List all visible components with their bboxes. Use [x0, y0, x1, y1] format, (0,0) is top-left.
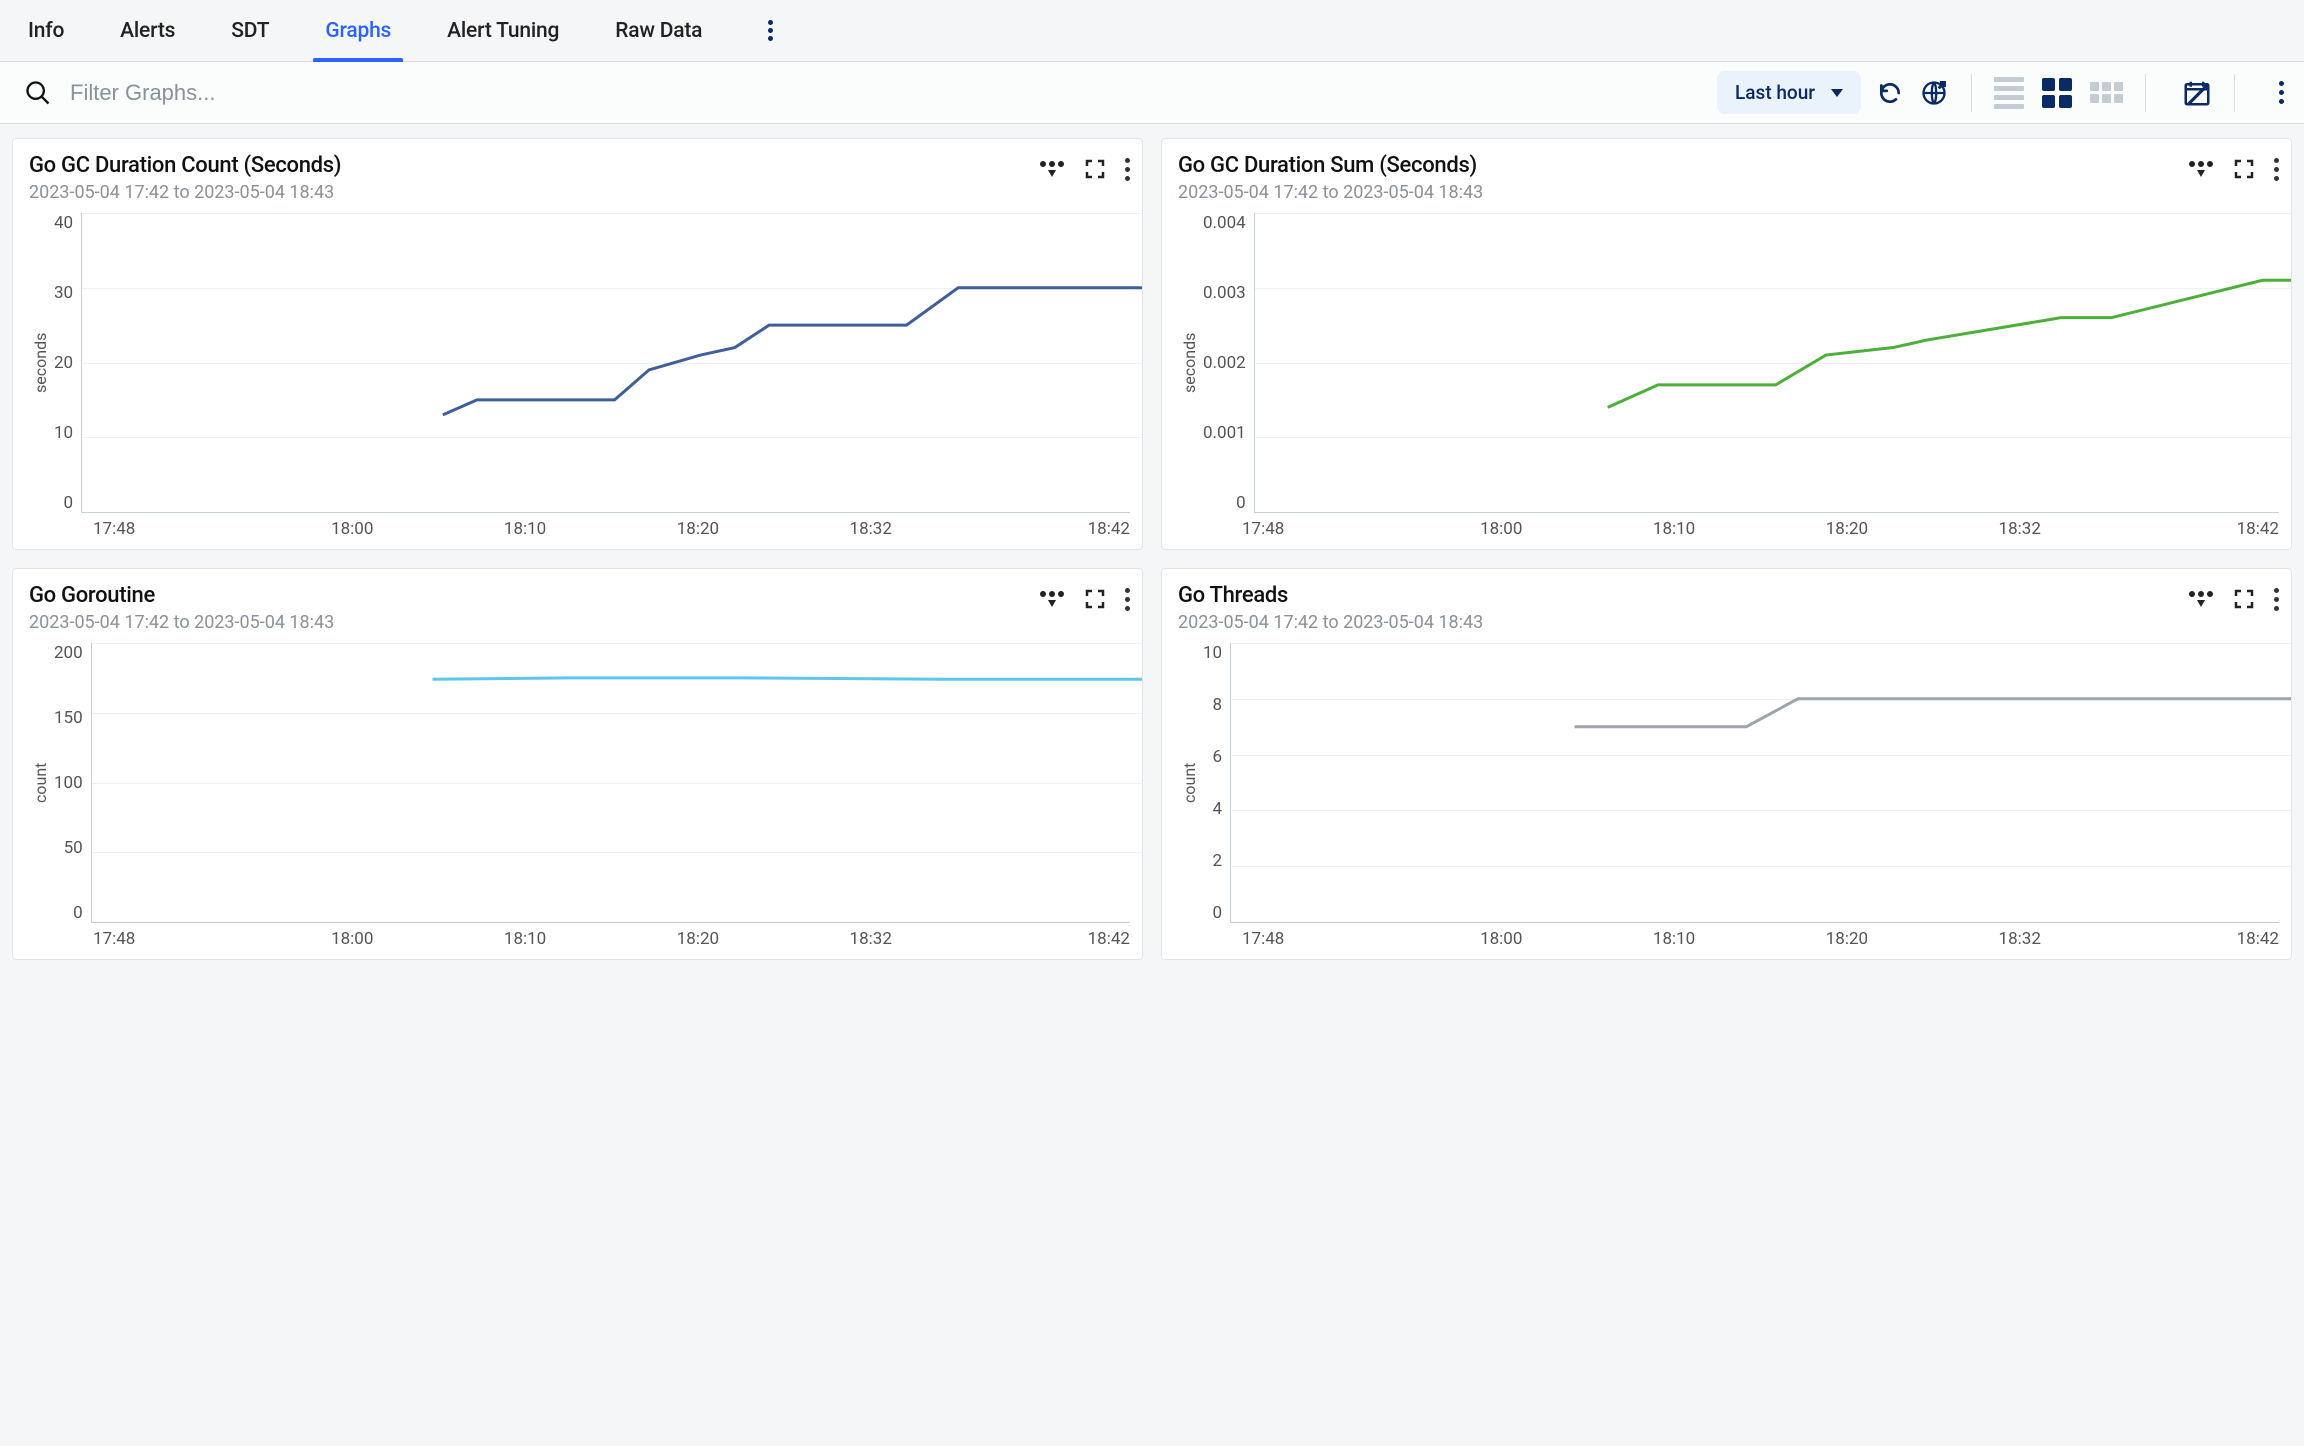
layout-list-icon[interactable]	[1994, 77, 2024, 109]
chart-title: Go GC Duration Count (Seconds)	[29, 153, 1039, 178]
chart-card-threads: Go Threads 2023-05-04 17:42 to 2023-05-0…	[1161, 568, 2292, 960]
y-axis-label: count	[1178, 643, 1199, 923]
chart-title: Go Goroutine	[29, 583, 1039, 608]
chart-more-icon[interactable]	[2274, 588, 2279, 611]
chart-card-gc-count: Go GC Duration Count (Seconds) 2023-05-0…	[12, 138, 1143, 550]
chart-subtitle: 2023-05-04 17:42 to 2023-05-04 18:43	[1178, 182, 2188, 203]
x-axis-ticks: 17:4818:0018:1018:2018:3218:42	[1242, 519, 2279, 539]
chart-subtitle: 2023-05-04 17:42 to 2023-05-04 18:43	[1178, 612, 2188, 633]
search-wrap	[24, 79, 1717, 107]
plot-area[interactable]	[81, 213, 1130, 513]
tab-alert-tuning[interactable]: Alert Tuning	[447, 0, 559, 61]
layout-icons	[1994, 77, 2123, 109]
time-range-dropdown[interactable]: Last hour	[1717, 71, 1861, 114]
y-axis-ticks: 403020100	[50, 213, 81, 513]
chart-more-icon[interactable]	[2274, 158, 2279, 181]
filter-graphs-input[interactable]	[70, 80, 570, 106]
tabs-bar: Info Alerts SDT Graphs Alert Tuning Raw …	[0, 0, 2304, 62]
expand-icon[interactable]	[2232, 157, 2256, 181]
x-axis-ticks: 17:4818:0018:1018:2018:3218:42	[93, 929, 1130, 949]
tab-graphs[interactable]: Graphs	[325, 0, 391, 61]
calendar-disabled-icon[interactable]	[2182, 78, 2212, 108]
graphs-toolbar: Last hour	[0, 62, 2304, 124]
tab-info[interactable]: Info	[28, 0, 64, 61]
tab-sdt[interactable]: SDT	[231, 0, 269, 61]
y-axis-label: count	[29, 643, 50, 923]
expand-icon[interactable]	[1083, 587, 1107, 611]
toolbar-more-icon[interactable]	[2279, 81, 2284, 104]
tabs-more-icon[interactable]	[768, 20, 773, 41]
chevron-down-icon	[1831, 89, 1843, 97]
y-axis-ticks: 0.0040.0030.0020.0010	[1199, 213, 1254, 513]
chart-card-gc-sum: Go GC Duration Sum (Seconds) 2023-05-04 …	[1161, 138, 2292, 550]
y-axis-ticks: 1086420	[1199, 643, 1230, 923]
favorite-icon[interactable]	[2188, 160, 2214, 178]
refresh-icon[interactable]	[1875, 78, 1905, 108]
layout-grid2-icon[interactable]	[2042, 78, 2072, 108]
expand-icon[interactable]	[1083, 157, 1107, 181]
chart-subtitle: 2023-05-04 17:42 to 2023-05-04 18:43	[29, 612, 1039, 633]
x-axis-ticks: 17:4818:0018:1018:2018:3218:42	[93, 519, 1130, 539]
separator	[2234, 74, 2235, 112]
chart-more-icon[interactable]	[1125, 158, 1130, 181]
time-range-label: Last hour	[1735, 81, 1815, 104]
x-axis-ticks: 17:4818:0018:1018:2018:3218:42	[1242, 929, 2279, 949]
plot-area[interactable]	[1254, 213, 2279, 513]
globe-share-icon[interactable]	[1919, 78, 1949, 108]
favorite-icon[interactable]	[1039, 590, 1065, 608]
expand-icon[interactable]	[2232, 587, 2256, 611]
y-axis-label: seconds	[29, 213, 50, 513]
separator	[2145, 74, 2146, 112]
toolbar-right: Last hour	[1717, 71, 2284, 114]
layout-grid3-icon[interactable]	[2090, 82, 2123, 103]
chart-card-goroutine: Go Goroutine 2023-05-04 17:42 to 2023-05…	[12, 568, 1143, 960]
tab-alerts[interactable]: Alerts	[120, 0, 175, 61]
chart-more-icon[interactable]	[1125, 588, 1130, 611]
chart-subtitle: 2023-05-04 17:42 to 2023-05-04 18:43	[29, 182, 1039, 203]
plot-area[interactable]	[91, 643, 1130, 923]
chart-title: Go Threads	[1178, 583, 2188, 608]
separator	[1971, 74, 1972, 112]
favorite-icon[interactable]	[2188, 590, 2214, 608]
plot-area[interactable]	[1230, 643, 2279, 923]
y-axis-label: seconds	[1178, 213, 1199, 513]
chart-title: Go GC Duration Sum (Seconds)	[1178, 153, 2188, 178]
tab-raw-data[interactable]: Raw Data	[615, 0, 702, 61]
y-axis-ticks: 200150100500	[50, 643, 91, 923]
favorite-icon[interactable]	[1039, 160, 1065, 178]
search-icon	[24, 79, 52, 107]
charts-grid: Go GC Duration Count (Seconds) 2023-05-0…	[0, 124, 2304, 980]
